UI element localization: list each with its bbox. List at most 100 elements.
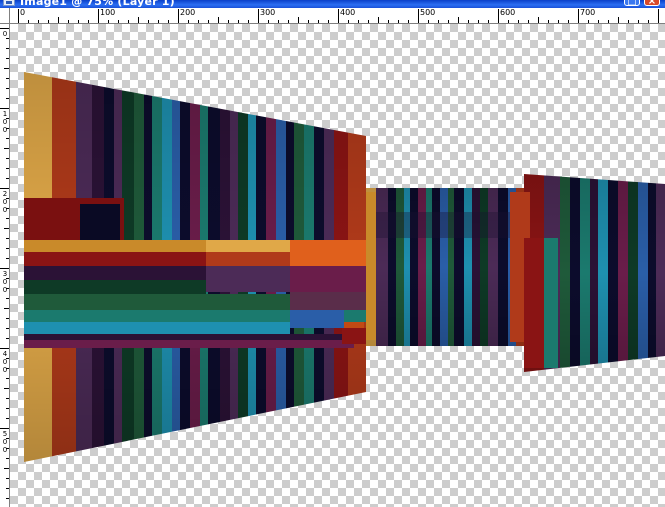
ruler-tick — [0, 28, 9, 29]
ruler-tick — [6, 248, 9, 249]
ruler-tick — [298, 17, 299, 23]
ruler-label: 600 — [500, 8, 516, 17]
ruler-tick — [168, 20, 169, 23]
title-bar: Image1 @ 75% (Layer 1) □ × — [0, 0, 665, 8]
ruler-tick — [438, 20, 439, 23]
ruler-tick — [6, 138, 9, 139]
ruler-tick — [148, 20, 149, 23]
middle-band-dark — [376, 212, 524, 238]
ruler-tick — [558, 20, 559, 23]
image-canvas[interactable] — [10, 24, 665, 507]
ruler-tick — [248, 20, 249, 23]
ruler-tick — [188, 20, 189, 23]
ruler-label: 700 — [580, 8, 596, 17]
ruler-tick — [6, 58, 9, 59]
document-icon — [3, 0, 15, 6]
small-block-orange — [344, 322, 364, 328]
horizontal-band-hot — [290, 240, 366, 266]
ruler-tick — [648, 20, 649, 23]
vertical-ruler[interactable]: 0 100 200 300 400 500 — [0, 24, 10, 507]
ruler-tick — [628, 20, 629, 23]
ruler-tick — [608, 20, 609, 23]
ruler-tick — [4, 228, 9, 229]
ruler-tick — [538, 17, 539, 23]
ruler-tick — [4, 468, 9, 469]
ruler-tick — [6, 178, 9, 179]
ruler-tick — [578, 9, 579, 23]
ruler-tick — [658, 9, 659, 23]
ruler-tick — [6, 88, 9, 89]
ruler-tick — [48, 20, 49, 23]
horizontal-band-violet — [206, 266, 290, 292]
ruler-label: 0 — [20, 8, 26, 17]
horizontal-ruler[interactable]: 0 100 200 300 400 500 600 700 — [10, 8, 665, 24]
horizontal-band-red — [24, 252, 206, 266]
ruler-tick — [278, 20, 279, 23]
ruler-label: 400 — [2, 350, 8, 374]
ruler-tick — [358, 20, 359, 23]
ruler-tick — [588, 20, 589, 23]
ruler-tick — [4, 388, 9, 389]
ruler-label: 200 — [2, 190, 8, 214]
ruler-tick — [498, 9, 499, 23]
ruler-tick — [478, 20, 479, 23]
ruler-tick — [6, 458, 9, 459]
right-panel-lower-red — [524, 238, 544, 368]
ruler-tick — [0, 348, 9, 349]
ruler-tick — [6, 298, 9, 299]
ruler-tick — [448, 20, 449, 23]
maximize-button[interactable]: □ — [624, 0, 640, 7]
ruler-tick — [78, 20, 79, 23]
ruler-tick — [198, 20, 199, 23]
close-button[interactable]: × — [644, 0, 660, 7]
ruler-tick — [6, 258, 9, 259]
ruler-tick — [458, 17, 459, 23]
ruler-tick — [268, 20, 269, 23]
ruler-tick — [6, 78, 9, 79]
ruler-label: 0 — [2, 30, 8, 38]
ruler-tick — [618, 17, 619, 23]
ruler-tick — [238, 20, 239, 23]
ruler-tick — [208, 20, 209, 23]
horizontal-band-mauve — [290, 292, 366, 310]
ruler-tick — [518, 20, 519, 23]
ruler-tick — [6, 328, 9, 329]
ruler-tick — [118, 20, 119, 23]
ruler-tick — [378, 17, 379, 23]
ruler-label: 300 — [260, 8, 276, 17]
ruler-tick — [338, 9, 339, 23]
ruler-label: 200 — [180, 8, 196, 17]
ruler-tick — [0, 268, 9, 269]
ruler-tick — [178, 9, 179, 23]
ruler-tick — [258, 9, 259, 23]
ruler-tick — [6, 418, 9, 419]
ruler-tick — [6, 168, 9, 169]
ruler-tick — [6, 98, 9, 99]
ruler-tick — [6, 478, 9, 479]
horizontal-band-cyan — [24, 322, 290, 334]
ruler-tick — [398, 20, 399, 23]
ruler-tick — [528, 20, 529, 23]
ruler-tick — [388, 20, 389, 23]
ruler-tick — [18, 9, 19, 23]
ruler-tick — [6, 318, 9, 319]
small-block-red — [342, 328, 366, 344]
ruler-tick — [428, 20, 429, 23]
ruler-tick — [28, 20, 29, 23]
ruler-tick — [6, 378, 9, 379]
ruler-tick — [6, 338, 9, 339]
ruler-tick — [488, 20, 489, 23]
ruler-tick — [368, 20, 369, 23]
ruler-tick — [6, 48, 9, 49]
ruler-tick — [418, 9, 419, 23]
ruler-tick — [138, 17, 139, 23]
ruler-label: 100 — [100, 8, 116, 17]
ruler-tick — [0, 108, 9, 109]
horizontal-band-wine — [24, 340, 354, 348]
ruler-tick — [4, 148, 9, 149]
left-band-dark — [80, 204, 120, 240]
ruler-tick — [6, 408, 9, 409]
ruler-tick — [68, 20, 69, 23]
horizontal-band-green — [24, 280, 206, 294]
ruler-tick — [318, 20, 319, 23]
